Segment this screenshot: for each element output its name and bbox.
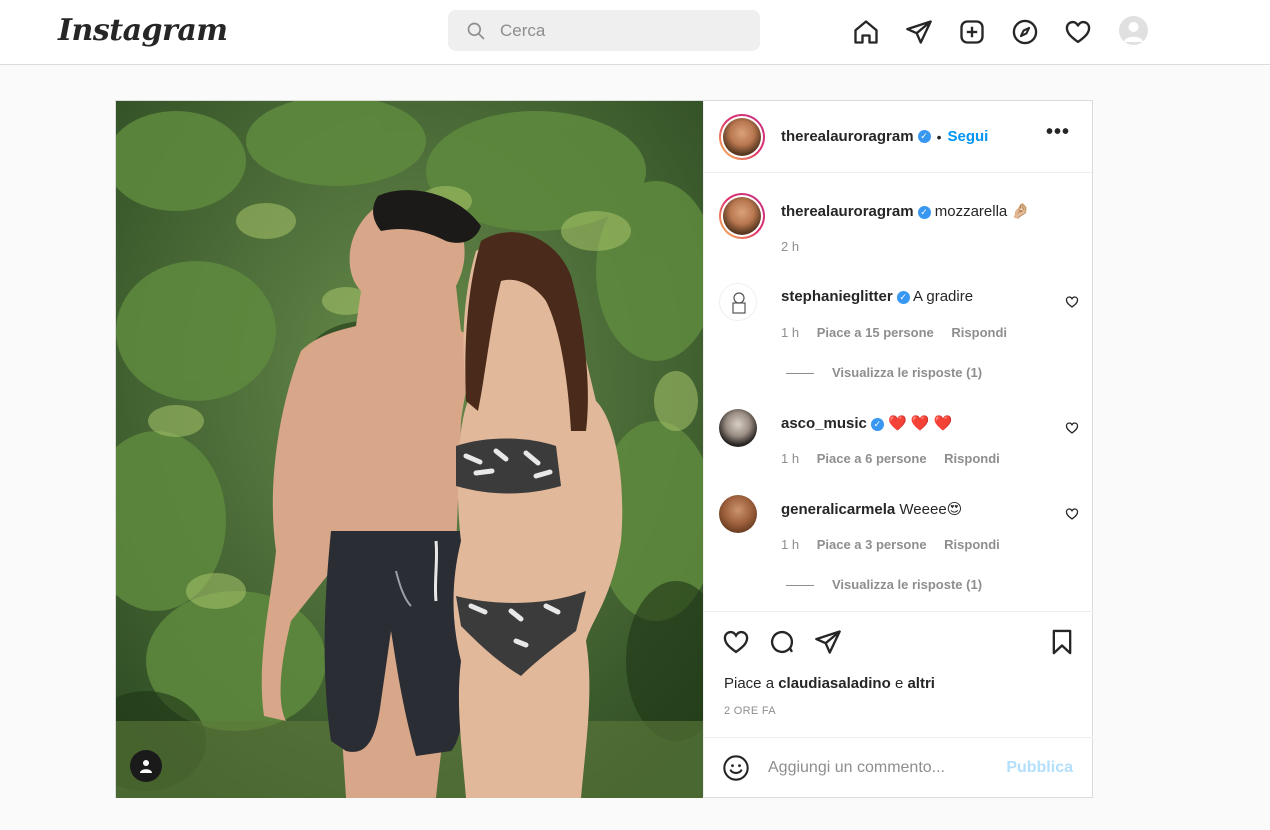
comment-likes[interactable]: Piace a 15 persone bbox=[817, 325, 934, 340]
home-icon[interactable] bbox=[850, 16, 882, 48]
author-avatar[interactable] bbox=[719, 113, 765, 160]
add-comment-bar: Aggiungi un commento... Pubblica bbox=[704, 737, 1093, 798]
post-photo-illustration bbox=[116, 101, 703, 798]
post-card: therealauroragram ✓ • Segui ••• thereala… bbox=[115, 100, 1093, 798]
caption-text: mozzarella 🤌🏼 bbox=[934, 203, 1031, 220]
comment-time[interactable]: 1 h bbox=[781, 451, 799, 466]
like-comment-heart-icon[interactable] bbox=[1065, 421, 1079, 435]
top-navigation-bar: Instagram Cerca bbox=[0, 0, 1270, 65]
post-photo[interactable] bbox=[116, 101, 703, 798]
reply-button[interactable]: Rispondi bbox=[951, 325, 1007, 340]
liked-by-user[interactable]: claudiasaladino bbox=[778, 675, 891, 692]
commenter-username[interactable]: generalicarmela bbox=[781, 501, 895, 518]
publish-button[interactable]: Pubblica bbox=[1006, 759, 1073, 777]
explore-icon[interactable] bbox=[1009, 16, 1041, 48]
more-options-icon[interactable]: ••• bbox=[1046, 122, 1070, 142]
liked-by-and: e bbox=[894, 675, 904, 692]
caption-time[interactable]: 2 h bbox=[781, 239, 799, 254]
commenter-username[interactable]: stephanieglitter bbox=[781, 288, 893, 305]
comments-section: therealauroragram ✓ mozzarella 🤌🏼 2 h ste… bbox=[704, 173, 1092, 609]
verified-badge-icon: ✓ bbox=[870, 417, 884, 431]
activity-heart-icon[interactable] bbox=[1062, 16, 1094, 48]
like-comment-heart-icon[interactable] bbox=[1065, 295, 1079, 309]
comment-text: A gradire bbox=[913, 288, 974, 305]
replies-divider bbox=[786, 373, 814, 375]
post-time[interactable]: 2 ORE FA bbox=[724, 705, 776, 717]
post-actions-bar bbox=[704, 611, 1093, 671]
tagged-users-icon[interactable] bbox=[130, 750, 162, 782]
liked-by-others[interactable]: altri bbox=[907, 675, 935, 692]
caption-avatar[interactable] bbox=[719, 193, 765, 239]
view-replies-button[interactable]: Visualizza le risposte (1) bbox=[786, 577, 982, 592]
search-box[interactable]: Cerca bbox=[448, 10, 760, 51]
profile-avatar[interactable] bbox=[1119, 16, 1148, 45]
comment-likes[interactable]: Piace a 6 persone bbox=[817, 451, 927, 466]
reply-button[interactable]: Rispondi bbox=[944, 451, 1000, 466]
commenter-username[interactable]: asco_music bbox=[781, 415, 867, 432]
caption-username[interactable]: therealauroragram bbox=[781, 203, 914, 220]
post-sidebar: therealauroragram ✓ • Segui ••• thereala… bbox=[703, 101, 1093, 798]
search-input[interactable]: Cerca bbox=[500, 21, 545, 41]
comment-time[interactable]: 1 h bbox=[781, 537, 799, 552]
liked-by-prefix: Piace a bbox=[724, 675, 775, 692]
comment-text: ❤️ ❤️ ❤️ bbox=[888, 415, 953, 432]
new-post-icon[interactable] bbox=[956, 16, 988, 48]
emoji-icon[interactable] bbox=[722, 754, 750, 782]
view-replies-label: Visualizza le risposte (1) bbox=[832, 577, 983, 592]
comment-input[interactable]: Aggiungi un commento... bbox=[768, 759, 1008, 777]
commenter-avatar[interactable] bbox=[719, 283, 757, 321]
instagram-logo[interactable]: Instagram bbox=[58, 13, 228, 48]
share-icon[interactable] bbox=[814, 628, 842, 656]
like-heart-icon[interactable] bbox=[722, 628, 750, 656]
follow-button[interactable]: Segui bbox=[947, 128, 988, 145]
view-replies-label: Visualizza le risposte (1) bbox=[832, 365, 983, 380]
separator-dot: • bbox=[936, 128, 942, 145]
view-replies-button[interactable]: Visualizza le risposte (1) bbox=[786, 365, 982, 380]
replies-divider bbox=[786, 585, 814, 587]
nav-icons bbox=[850, 16, 1115, 48]
search-icon bbox=[467, 22, 485, 39]
reply-button[interactable]: Rispondi bbox=[944, 537, 1000, 552]
comment-likes[interactable]: Piace a 3 persone bbox=[817, 537, 927, 552]
verified-badge-icon: ✓ bbox=[917, 130, 931, 143]
comment-icon[interactable] bbox=[768, 628, 796, 656]
comment-time[interactable]: 1 h bbox=[781, 325, 799, 340]
like-comment-heart-icon[interactable] bbox=[1065, 507, 1079, 521]
commenter-avatar[interactable] bbox=[719, 495, 757, 533]
verified-badge-icon: ✓ bbox=[917, 205, 931, 219]
comment-text: Weeee😍 bbox=[899, 501, 963, 518]
direct-message-icon[interactable] bbox=[903, 16, 935, 48]
author-username[interactable]: therealauroragram bbox=[781, 128, 914, 145]
save-bookmark-icon[interactable] bbox=[1048, 628, 1076, 656]
post-header: therealauroragram ✓ • Segui ••• bbox=[704, 101, 1092, 173]
liked-by: Piace a claudiasaladino e altri bbox=[724, 675, 935, 692]
commenter-avatar[interactable] bbox=[719, 409, 757, 447]
verified-badge-icon: ✓ bbox=[896, 290, 910, 304]
